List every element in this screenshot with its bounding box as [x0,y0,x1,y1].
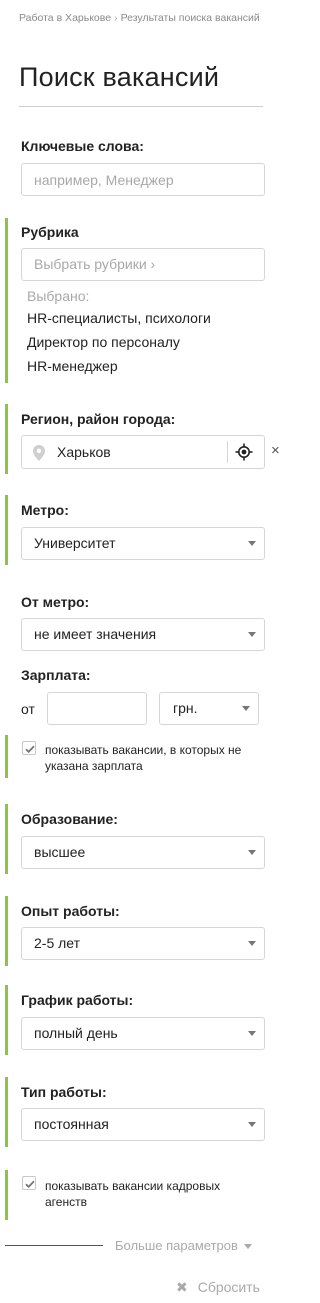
chevron-down-icon [248,941,256,946]
schedule-value: полный день [34,1025,118,1041]
rubric-label: Рубрика [21,224,79,240]
education-label: Образование: [21,811,118,827]
from-metro-label: От метро: [21,594,90,610]
title-divider [19,106,263,107]
salary-from-input[interactable] [47,692,147,725]
breadcrumb-current: Результаты поиска вакансий [120,12,260,24]
region-accent-bar [5,404,8,474]
from-metro-select[interactable]: не имеет значения [21,618,265,651]
region-field[interactable]: Харьков [21,435,265,469]
chevron-down-icon [248,632,256,637]
show-agencies-checkbox[interactable] [22,1176,36,1190]
breadcrumb-link-city[interactable]: Работа в Харькове [19,12,111,24]
region-divider [227,441,228,463]
job-type-value: постоянная [34,1116,109,1132]
education-value: высшее [34,844,86,860]
from-metro-value: не имеет значения [34,626,157,642]
region-clear-button[interactable]: × [271,443,280,459]
reset-button[interactable]: ✖ Сбросить [176,1279,260,1296]
rubric-picker[interactable]: Выбрать рубрики › [21,248,265,281]
breadcrumb: Работа в Харькове › Результаты поиска вака… [19,12,260,24]
keywords-input[interactable] [21,163,265,196]
checkmark-icon [25,745,35,754]
currency-value: грн. [173,700,198,716]
rubric-selected-item: HR-менеджер [27,358,118,374]
experience-value: 2-5 лет [34,935,81,951]
chevron-down-icon [242,706,250,711]
more-params-link[interactable]: Больше параметров [115,1238,252,1253]
metro-accent-bar [5,495,8,565]
experience-label: Опыт работы: [21,903,120,919]
keywords-label: Ключевые слова: [21,138,144,154]
more-params-divider [5,1245,103,1246]
rubric-selected-item: HR-специалисты, психологи [27,310,211,326]
experience-accent-bar [5,896,8,966]
metro-select[interactable]: Университет [21,527,265,560]
schedule-label: График работы: [21,992,134,1008]
salary-from-label: от [21,701,35,717]
agencies-accent-bar [5,1170,8,1220]
experience-select[interactable]: 2-5 лет [21,927,265,960]
breadcrumb-separator: › [114,12,118,24]
close-icon: ✖ [176,1279,188,1295]
currency-select[interactable]: грн. [159,692,259,725]
reset-label: Сбросить [197,1279,260,1295]
show-no-salary-text: показывать вакансии, в которых не указан… [45,743,242,773]
checkmark-icon [25,1180,35,1189]
job-type-accent-bar [5,1077,8,1147]
salary-label: Зарплата: [21,667,91,683]
region-label: Регион, район города: [21,411,176,427]
region-value: Харьков [57,444,111,460]
more-params-label: Больше параметров [115,1238,238,1253]
chevron-down-icon [248,850,256,855]
chevron-down-icon [243,1244,252,1250]
schedule-select[interactable]: полный день [21,1017,265,1050]
page-title: Поиск вакансий [19,62,220,92]
chevron-down-icon [248,541,256,546]
show-no-salary-checkbox[interactable] [22,741,36,755]
schedule-accent-bar [5,985,8,1055]
metro-label: Метро: [21,502,69,518]
geolocate-icon[interactable] [235,443,253,466]
job-type-label: Тип работы: [21,1084,107,1100]
chevron-down-icon [248,1031,256,1036]
job-type-select[interactable]: постоянная [21,1108,265,1141]
rubric-selected-title: Выбрано: [27,288,90,304]
chevron-down-icon [248,1122,256,1127]
education-accent-bar [5,804,8,874]
salary-option-accent-bar [5,735,8,778]
metro-value: Университет [34,535,116,551]
rubric-selected-item: Директор по персоналу [27,334,180,350]
education-select[interactable]: высшее [21,836,265,869]
show-agencies-text: показывать вакансии кадровых агенств [45,1179,221,1209]
location-pin-icon [33,445,45,466]
rubric-accent-bar [5,218,8,383]
